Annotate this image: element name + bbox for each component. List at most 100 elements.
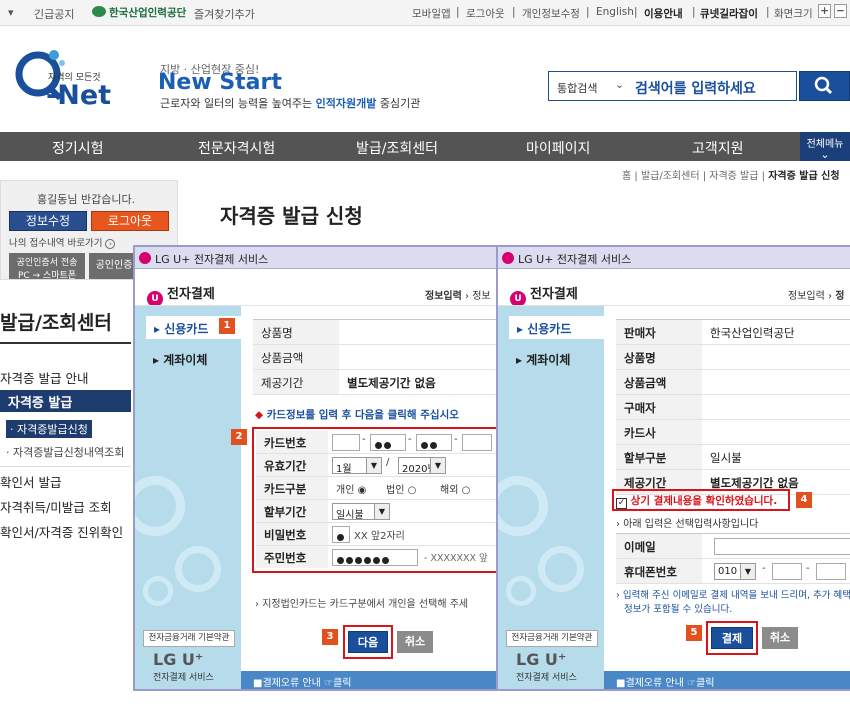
- row-value: 일시불: [710, 451, 742, 465]
- slogan-desc-pre: 근로자와 일터의 능력을 높여주는: [160, 97, 316, 110]
- zoom-out-button[interactable]: −: [834, 4, 847, 18]
- table-row: 제공기간 별도제공기간 없음: [253, 370, 501, 395]
- password-input[interactable]: [332, 526, 350, 543]
- confirm-checkbox-label: 상기 결제내용을 확인하였습니다.: [630, 495, 778, 507]
- tab-bank-transfer-label: 계좌이체: [163, 353, 208, 367]
- qnet-guide-link[interactable]: 큐넷길라잡이: [700, 6, 758, 21]
- cancel-button[interactable]: 취소: [397, 631, 433, 653]
- id-number-input[interactable]: [332, 549, 418, 566]
- email-input[interactable]: [714, 538, 850, 555]
- card-number-label: 카드번호: [256, 431, 328, 453]
- logout-link[interactable]: 로그아웃: [466, 6, 505, 21]
- edit-info-link[interactable]: 개인정보수정: [522, 6, 580, 21]
- radio-foreign[interactable]: 해외 ○: [440, 481, 470, 496]
- tab-bank-transfer[interactable]: ▸ 계좌이체: [516, 351, 570, 368]
- nav-professional-exam[interactable]: 전문자격시험: [198, 138, 275, 158]
- chevron-down-icon[interactable]: ▾: [8, 6, 14, 19]
- page-title: 자격증 발급 신청: [220, 204, 363, 228]
- side-item-confirm[interactable]: 확인서 발급: [0, 472, 61, 491]
- logout-button[interactable]: 로그아웃: [91, 211, 169, 231]
- chevron-down-icon[interactable]: ⌄: [615, 78, 624, 91]
- breadcrumb-sep: |: [634, 171, 638, 182]
- nav-mypage[interactable]: 마이페이지: [526, 138, 590, 158]
- recent-history-link[interactable]: 나의 접수내역 바로가기 ›: [9, 235, 116, 249]
- all-menu-button[interactable]: 전체메뉴 ⌄: [800, 132, 850, 161]
- row-label: 상품명: [616, 345, 702, 369]
- terms-button[interactable]: 전자금융거래 기본약관: [143, 630, 235, 647]
- pay-button[interactable]: 결제: [711, 627, 753, 649]
- cancel-button[interactable]: 취소: [762, 627, 798, 649]
- side-item-verify[interactable]: 확인서/자격증 진위확인: [0, 522, 123, 541]
- table-row: 이메일: [616, 534, 850, 559]
- mobile-app-link[interactable]: 모바일앱: [412, 6, 451, 21]
- org-logo-link[interactable]: 한국산업인력공단: [92, 5, 186, 20]
- chevron-right-icon: ›: [105, 239, 116, 249]
- confirm-checkbox[interactable]: ✓ 상기 결제내용을 확인하였습니다.: [616, 493, 777, 509]
- installment-select[interactable]: 일시불 ▼: [332, 503, 390, 521]
- phone-mid-input[interactable]: [772, 563, 802, 580]
- side-item-guide[interactable]: 자격증 발급 안내: [0, 368, 88, 387]
- cert-transfer-button[interactable]: 공인인증서 전송 PC → 스마트폰: [9, 253, 85, 281]
- table-row: 상품금액: [253, 345, 501, 370]
- phone-label: 휴대폰번호: [616, 559, 702, 583]
- phone-prefix-select[interactable]: 010 ▼: [714, 563, 756, 580]
- guide-link[interactable]: 이용안내: [644, 6, 683, 21]
- next-button[interactable]: 다음: [348, 631, 388, 653]
- step-badge-3: 3: [322, 629, 338, 645]
- slogan-title: New Start: [158, 70, 282, 95]
- search-category-select[interactable]: 통합검색: [557, 80, 597, 96]
- cert-button[interactable]: 공인인증: [89, 253, 139, 279]
- nav-issuance-center[interactable]: 발급/조회센터: [356, 138, 438, 158]
- terms-button[interactable]: 전자금융거래 기본약관: [506, 630, 598, 647]
- nav-customer-support[interactable]: 고객지원: [692, 138, 744, 158]
- side-item-issue[interactable]: 자격증 발급: [0, 390, 131, 412]
- password-hint: XX 앞2자리: [354, 531, 405, 542]
- payment-error-link[interactable]: ■결제오류 안내 ☞클릭: [241, 671, 501, 689]
- zoom-in-button[interactable]: +: [818, 4, 831, 18]
- search-button[interactable]: [799, 71, 850, 101]
- side-subitem-apply-label: 자격증발급신청: [17, 423, 88, 436]
- tab-credit-card[interactable]: ▸ 신용카드: [508, 315, 604, 340]
- step-badge-1: 1: [219, 318, 235, 334]
- nav-regular-exam[interactable]: 정기시험: [52, 138, 104, 158]
- breadcrumb-center[interactable]: 발급/조회센터: [641, 171, 700, 182]
- edit-info-button[interactable]: 정보수정: [9, 211, 87, 231]
- expiry-year-select[interactable]: 2020년 ▼: [398, 457, 446, 474]
- emergency-notice-link[interactable]: 긴급공지: [34, 6, 74, 22]
- row-label: 제공기간: [253, 370, 339, 394]
- breadcrumb-home[interactable]: 홈: [622, 171, 631, 182]
- dialog-title: LG U+ 전자결제 서비스: [518, 253, 632, 266]
- payment-error-link[interactable]: ■결제오류 안내 ☞클릭: [604, 671, 850, 689]
- phone-last-input[interactable]: [816, 563, 846, 580]
- recent-history-label: 나의 접수내역 바로가기: [9, 238, 103, 249]
- row-value: 한국산업인력공단: [710, 326, 795, 340]
- favorite-link[interactable]: 즐겨찾기추가: [194, 6, 255, 22]
- search-input[interactable]: 검색어를 입력하세요: [635, 78, 756, 98]
- card-number-2[interactable]: [370, 434, 406, 451]
- breadcrumb-issue[interactable]: 자격증 발급: [709, 171, 758, 182]
- search-box: 통합검색 ⌄ 검색어를 입력하세요: [548, 71, 797, 101]
- english-link[interactable]: English: [596, 6, 634, 18]
- radio-icon: ○: [461, 485, 471, 496]
- expiry-month-select[interactable]: 1월 ▼: [332, 457, 382, 475]
- side-subitem-history[interactable]: · 자격증발급신청내역조회: [6, 444, 124, 460]
- card-number-3[interactable]: [416, 434, 452, 451]
- payment-error-label: 결제오류 안내: [625, 678, 684, 689]
- tab-bank-transfer[interactable]: ▸ 계좌이체: [153, 351, 207, 368]
- click-icon: ☞: [324, 678, 333, 689]
- dialog-titlebar: LG U+ 전자결제 서비스: [135, 247, 501, 269]
- side-item-lookup[interactable]: 자격취득/미발급 조회: [0, 497, 112, 516]
- radio-corporate[interactable]: 법인 ○: [386, 481, 416, 496]
- click-label: 클릭: [333, 678, 352, 689]
- card-number-1[interactable]: [332, 434, 360, 451]
- radio-foreign-label: 해외: [440, 485, 459, 496]
- side-subitem-apply[interactable]: · 자격증발급신청: [6, 420, 92, 438]
- radio-personal[interactable]: 개인 ◉: [336, 481, 366, 496]
- payment-summary-table: 판매자 한국산업인력공단 상품명 상품금액 구매자 카드사 할부구분 일시불 제공기…: [616, 319, 850, 495]
- dash: -: [362, 434, 366, 445]
- row-value: 별도제공기간 없음: [347, 376, 436, 390]
- card-number-4[interactable]: [462, 434, 492, 451]
- divider: |: [586, 6, 590, 18]
- breadcrumb-current: 자격증 발급 신청: [768, 171, 840, 182]
- click-icon: ☞: [687, 678, 696, 689]
